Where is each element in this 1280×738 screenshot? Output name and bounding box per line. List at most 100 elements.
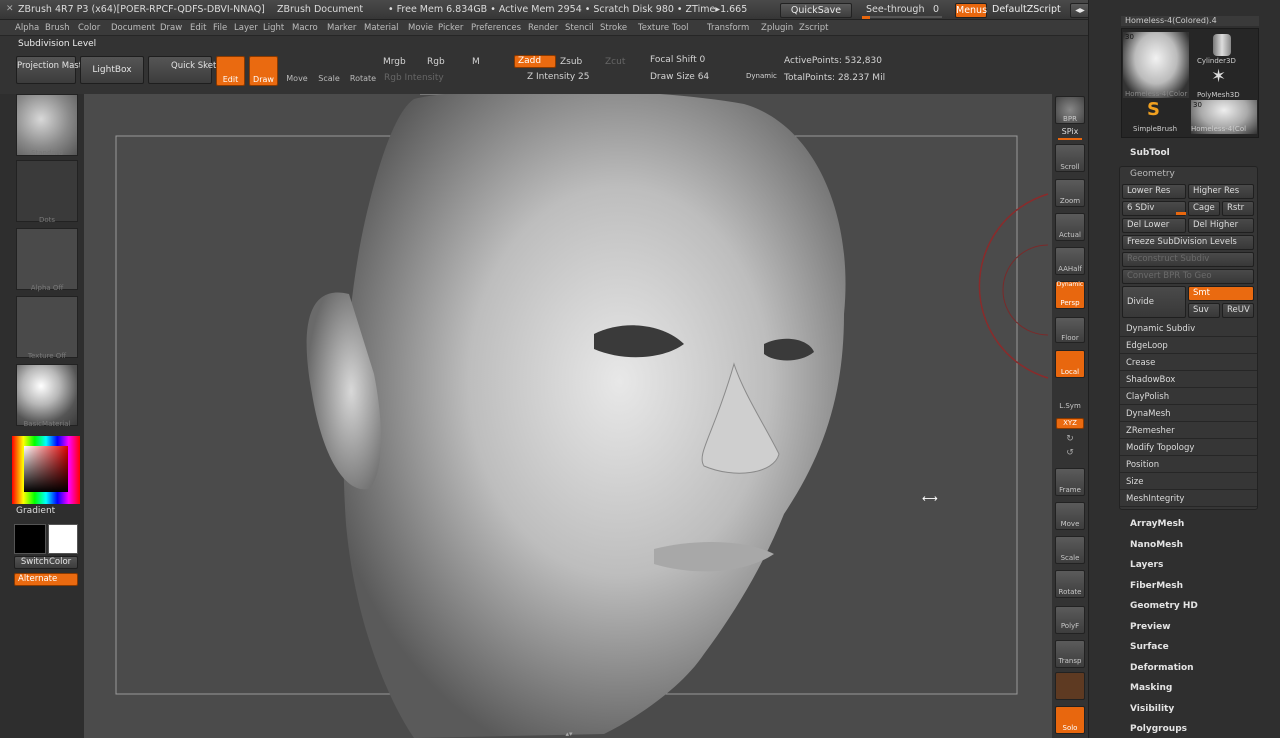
section-geometry-hd[interactable]: Geometry HD (1130, 601, 1198, 611)
cylinder-tool-icon[interactable] (1213, 34, 1231, 56)
rstr-button[interactable]: Rstr (1222, 201, 1254, 216)
convert-bpr-button[interactable]: Convert BPR To Geo (1122, 269, 1254, 284)
nav-arrows-button[interactable]: ◂▸ (1070, 3, 1090, 18)
geometry-item-dynamic-subdiv[interactable]: Dynamic Subdiv (1120, 321, 1257, 337)
section-visibility[interactable]: Visibility (1130, 704, 1174, 714)
geometry-item-meshintegrity[interactable]: MeshIntegrity (1120, 491, 1257, 507)
reuv-button[interactable]: ReUV (1222, 303, 1254, 318)
quicksave-button[interactable]: QuickSave (780, 3, 852, 18)
del-higher-button[interactable]: Del Higher (1188, 218, 1254, 233)
cage-button[interactable]: Cage (1188, 201, 1220, 216)
edit-button[interactable]: Edit (216, 56, 245, 86)
geometry-item-claypolish[interactable]: ClayPolish (1120, 389, 1257, 405)
z-intensity-slider[interactable]: Z Intensity 25 (527, 72, 590, 82)
divide-button[interactable]: Divide (1122, 286, 1186, 318)
switch-color-button[interactable]: SwitchColor (14, 556, 78, 569)
menu-movie[interactable]: Movie (408, 23, 433, 33)
texture-slot-icon[interactable] (16, 296, 78, 358)
document-canvas[interactable]: ⟷ ▴▾ (84, 94, 1052, 738)
menus-button[interactable]: Menus (955, 3, 987, 18)
lightbox-button[interactable]: LightBox (80, 56, 144, 84)
menu-zscript[interactable]: Zscript (799, 23, 829, 33)
secondary-color-swatch[interactable] (48, 524, 78, 554)
section-layers[interactable]: Layers (1130, 560, 1163, 570)
lsym-button[interactable]: L.Sym (1052, 402, 1088, 410)
standard-brush-icon[interactable] (16, 94, 78, 156)
section-nanomesh[interactable]: NanoMesh (1130, 540, 1183, 550)
smt-toggle[interactable]: Smt (1188, 286, 1254, 301)
menu-light[interactable]: Light (263, 23, 284, 33)
geometry-item-crease[interactable]: Crease (1120, 355, 1257, 371)
spix-slider[interactable]: SPix (1052, 127, 1088, 136)
mrgb-toggle[interactable]: Mrgb (383, 57, 406, 67)
rgb-toggle[interactable]: Rgb (427, 57, 445, 67)
current-tool-slot[interactable]: Homeless-4(Colored).4 (1121, 16, 1259, 26)
quick-sketch-button[interactable]: Quick Sketch (148, 56, 226, 84)
gradient-label[interactable]: Gradient (16, 506, 55, 516)
menu-tool[interactable]: Tool (672, 23, 689, 33)
geometry-item-dynamesh[interactable]: DynaMesh (1120, 406, 1257, 422)
menu-brush[interactable]: Brush (45, 23, 70, 33)
canvas-expand-handle[interactable]: ▴▾ (558, 730, 580, 738)
section-polygroups[interactable]: Polygroups (1130, 724, 1187, 734)
menu-color[interactable]: Color (78, 23, 100, 33)
menu-document[interactable]: Document (111, 23, 155, 33)
menu-zplugin[interactable]: Zplugin (761, 23, 793, 33)
main-color-swatch[interactable] (14, 524, 46, 554)
section-arraymesh[interactable]: ArrayMesh (1130, 519, 1184, 529)
menu-edit[interactable]: Edit (190, 23, 206, 33)
geometry-item-zremesher[interactable]: ZRemesher (1120, 423, 1257, 439)
geometry-item-shadowbox[interactable]: ShadowBox (1120, 372, 1257, 388)
scale-button[interactable]: Scale (314, 56, 344, 86)
geometry-item-size[interactable]: Size (1120, 474, 1257, 490)
rotate-button[interactable]: Rotate (346, 56, 380, 86)
menu-material[interactable]: Material (364, 23, 399, 33)
rotate-axis-icon[interactable]: ↻ ↺ (1062, 432, 1078, 460)
dots-stroke-icon[interactable] (16, 160, 78, 222)
subtool-section[interactable]: SubTool (1130, 148, 1170, 158)
higher-res-button[interactable]: Higher Res (1188, 184, 1254, 199)
dynamic-toggle[interactable]: Dynamic (746, 72, 777, 80)
suv-toggle[interactable]: Suv (1188, 303, 1220, 318)
alternate-button[interactable]: Alternate (14, 573, 78, 586)
menu-alpha[interactable]: Alpha (15, 23, 39, 33)
section-deformation[interactable]: Deformation (1130, 663, 1194, 673)
del-lower-button[interactable]: Del Lower (1122, 218, 1186, 233)
menu-stroke[interactable]: Stroke (600, 23, 627, 33)
ghost-button[interactable] (1055, 672, 1085, 700)
geometry-item-edgeloop[interactable]: EdgeLoop (1120, 338, 1257, 354)
draw-button[interactable]: Draw (249, 56, 278, 86)
see-through-label[interactable]: See-through (866, 4, 924, 15)
focal-shift-slider[interactable]: Focal Shift 0 (650, 55, 705, 65)
menu-texture[interactable]: Texture (638, 23, 669, 33)
rgb-intensity-slider[interactable]: Rgb Intensity (384, 73, 444, 83)
draw-size-slider[interactable]: Draw Size 64 (650, 72, 709, 82)
default-zscript-label[interactable]: DefaultZScript (992, 4, 1061, 15)
zcut-toggle[interactable]: Zcut (605, 57, 625, 67)
menu-macro[interactable]: Macro (292, 23, 318, 33)
section-fibermesh[interactable]: FiberMesh (1130, 581, 1183, 591)
section-masking[interactable]: Masking (1130, 683, 1172, 693)
simplebrush-icon[interactable]: S (1147, 99, 1160, 120)
menu-stencil[interactable]: Stencil (565, 23, 594, 33)
section-preview[interactable]: Preview (1130, 622, 1171, 632)
menu-picker[interactable]: Picker (438, 23, 463, 33)
polymesh-star-icon[interactable]: ✶ (1211, 66, 1226, 87)
menu-preferences[interactable]: Preferences (471, 23, 521, 33)
menu-marker[interactable]: Marker (327, 23, 356, 33)
geometry-section[interactable]: Geometry (1130, 169, 1175, 179)
menu-layer[interactable]: Layer (234, 23, 258, 33)
homeless-tool-thumb[interactable] (1123, 32, 1189, 98)
freeze-subdivision-button[interactable]: Freeze SubDivision Levels (1122, 235, 1254, 250)
zadd-toggle[interactable]: Zadd (514, 55, 556, 68)
reconstruct-subdiv-button[interactable]: Reconstruct Subdiv (1122, 252, 1254, 267)
color-picker[interactable] (12, 436, 80, 504)
material-sphere-icon[interactable] (16, 364, 78, 426)
lower-res-button[interactable]: Lower Res (1122, 184, 1186, 199)
menu-transform[interactable]: Transform (707, 23, 749, 33)
section-surface[interactable]: Surface (1130, 642, 1169, 652)
menu-draw[interactable]: Draw (160, 23, 182, 33)
geometry-item-modify-topology[interactable]: Modify Topology (1120, 440, 1257, 456)
xyz-button[interactable]: XYZ (1056, 418, 1084, 429)
m-toggle[interactable]: M (472, 57, 480, 67)
